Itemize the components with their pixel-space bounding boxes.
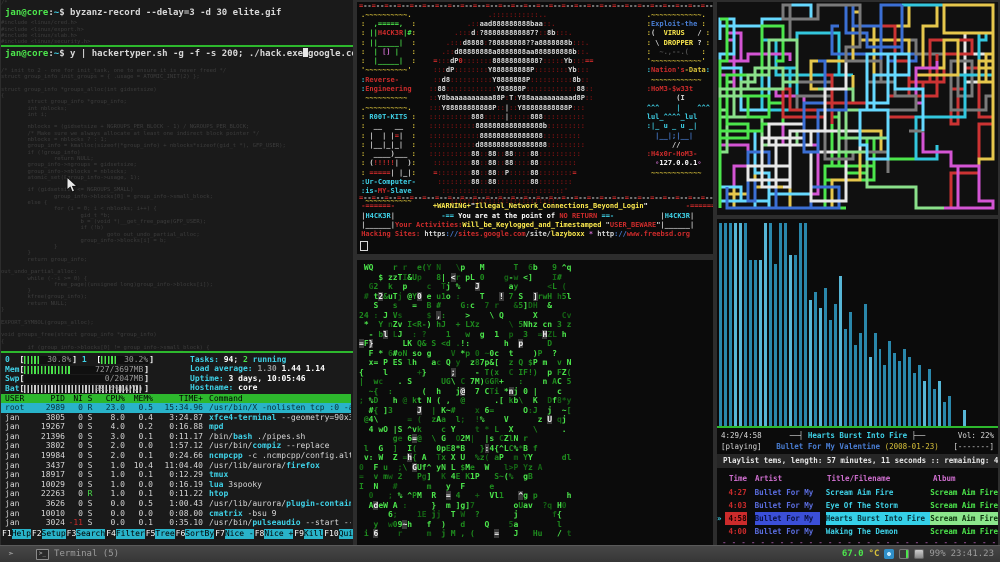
htop-fkey-nice[interactable]: F8Nice + [254, 529, 294, 539]
shell-prompt-line-1: jan@core:~$ byzanz-record --delay=3 -d 3… [1, 6, 353, 20]
hackertyper-kernel-code: /* init to 2 - one for init_task, one to… [1, 61, 353, 351]
temperature-unit: °C [869, 549, 880, 559]
network-tray-icon[interactable] [884, 549, 894, 559]
htop-fkey-sortby[interactable]: F6SortBy [175, 529, 215, 539]
audio-visualizer-pane [717, 219, 998, 426]
htop-pane[interactable]: 0 [30.8%] 1 [30.2%] Mem[727/3697MB] Swp[… [1, 353, 353, 539]
htop-process-row[interactable]: jan36260S0.00.51:00.43/usr/lib/aurora/pl… [5, 499, 351, 509]
mouse-cursor [66, 176, 78, 198]
pointer-icon[interactable]: ➣ [8, 549, 14, 560]
art-right-boxes: .~~~~~~~~~~~~.:Exploit-the ::( VIRUS / :… [647, 11, 710, 178]
hacker-ascii-art-window[interactable]: =--=--=--=--=--=--=--=--=--=--=--=--=--=… [357, 2, 713, 254]
playlist-track-row[interactable]: 4:03Bullet For MyEye Of The StormScream … [717, 499, 998, 512]
system-tray: 67.0 °C 99% 23:41.23 [842, 549, 994, 559]
tmux-pane-top[interactable]: /* jan@core:~$ byzanz-record --delay=3 -… [1, 0, 353, 45]
htop-process-row[interactable]: jan38020S2.00.01:57.12/usr/bin/compiz --… [5, 441, 351, 451]
taskbar-button-terminal[interactable]: >_ Terminal (5) [30, 548, 125, 561]
htop-fkey-filter[interactable]: F4Filter [105, 529, 145, 539]
htop-meters: 0 [30.8%] 1 [30.2%] Mem[727/3697MB] Swp[… [5, 355, 351, 393]
taskbar-button-label: Terminal (5) [54, 549, 119, 559]
htop-fkey-kill[interactable]: F9Kill [293, 529, 323, 539]
playlist-track-row[interactable]: 4:00Bullet For MyWaking The DemonScream … [717, 525, 998, 538]
htop-fkey-setup[interactable]: F2Setup [31, 529, 66, 539]
shell-prompt-line-2: jan@core:~$ y | hackertyper.sh -g -f -s … [1, 47, 353, 61]
audio-visualizer-bars [719, 221, 998, 426]
now-playing-artist: Bullet For My Valentine [776, 442, 880, 451]
htop-process-row[interactable]: jan213960S3.00.10:11.17/bin/bash ./pipes… [5, 432, 351, 442]
player-state: [playing] [721, 441, 773, 452]
playlist-track-row[interactable]: »4:58Bullet For MyHearts Burst Into Fire… [717, 512, 998, 525]
cmatrix-output: WQ r r e(Y N \p M T 6b 9 ^q $ zzTI&Up 8|… [357, 260, 713, 542]
pipes-screensaver-window[interactable] [717, 2, 998, 215]
htop-process-row[interactable]: jan38050S8.00.43:24.87xfce4-terminal --g… [5, 413, 351, 423]
htop-process-row[interactable]: jan222630R1.00.10:11.22htop [5, 489, 351, 499]
htop-process-row[interactable]: jan34370S1.010.411:04.40/usr/lib/aurora/… [5, 461, 351, 471]
clock: 23:41.23 [951, 549, 994, 559]
playlist-column-header[interactable]: Time Artist Title/Filename Album [717, 471, 998, 486]
now-playing-title: Hearts Burst Into Fire [808, 431, 907, 440]
htop-process-row[interactable]: root29890R23.00.515:34.96/usr/bin/X -nol… [1, 403, 351, 413]
playlist-stats-line: Playlist tems, length: 57 minutes, 11 se… [717, 454, 998, 468]
skull-ascii-art: .~~~~~~~~~~.: ,=====, :: ||H4CK3R|#:: ||… [357, 11, 713, 194]
playlist: 4:27Bullet For MyScream Aim FireScream A… [717, 486, 998, 538]
htop-function-key-bar: F1HelpF2SetupF3SearchF4FilterF5TreeF6Sor… [1, 529, 351, 539]
htop-fkey-quit[interactable]: F10Quit [323, 529, 353, 539]
now-playing-date: (2008-01-23) [885, 442, 939, 451]
terminal-cursor-hollow [360, 241, 368, 251]
taskbar: ➣ >_ Terminal (5) 67.0 °C 99% 23:41.23 [0, 545, 1000, 562]
battery-percentage: 99% [929, 549, 945, 559]
track-elapsed-time: 4:29/4:58 [721, 430, 773, 441]
htop-fkey-tree[interactable]: F5Tree [145, 529, 175, 539]
art-left-boxes: .~~~~~~~~~~.: ,=====, :: ||H4CK3R|#:: ||… [361, 11, 416, 206]
htop-column-header[interactable]: USERPIDNISCPU%MEM%TIME+Command [1, 394, 351, 404]
htop-process-row[interactable]: jan199840S2.00.10:24.66ncmpcpp -c .ncmpc… [5, 451, 351, 461]
music-player-window[interactable]: 4:29/4:58 ──┤ Hearts Burst Into Fire ├──… [717, 219, 998, 545]
htop-fkey-nice[interactable]: F7Nice - [214, 529, 254, 539]
htop-fkey-search[interactable]: F3Search [66, 529, 106, 539]
volume-tray-icon[interactable] [899, 549, 909, 559]
now-playing-status: 4:29/4:58 ──┤ Hearts Burst Into Fire ├──… [717, 428, 998, 452]
dim-code-includes: #include <linux/cred.h> #include <linux/… [1, 20, 353, 45]
volume-indicator: Vol: 22% [942, 430, 994, 441]
htop-summary: Tasks: 94; 2 runningLoad average: 1.30 1… [190, 355, 351, 393]
progress-indicator: [-------] [942, 441, 994, 452]
pipes-drawing [717, 2, 998, 215]
htop-fkey-help[interactable]: F1Help [1, 529, 31, 539]
htop-process-row[interactable]: jan100290S1.00.00:16.19lua 3spooky [5, 480, 351, 490]
command-2: y | hackertyper.sh -g -f -s 200; ./hack.… [70, 49, 303, 59]
playlist-end-dashed-line: - - - - - - - - - - - - - - - - - - - - … [717, 538, 998, 545]
terminal-window-tmux[interactable]: /* jan@core:~$ byzanz-record --delay=3 -… [1, 0, 353, 545]
tmux-pane-middle[interactable]: jan@core:~$ y | hackertyper.sh -g -f -s … [1, 47, 353, 351]
htop-process-row[interactable]: jan100100S0.00.00:08.00cmatrix -bsu 9 [5, 509, 351, 519]
htop-process-row[interactable]: jan189170S1.00.10:12.29tmux [5, 470, 351, 480]
art-border-top: =--=--=--=--=--=--=--=--=--=--=--=--=--=… [357, 2, 713, 11]
cpu-temperature: 67.0 [842, 549, 864, 559]
screenshot-tray-icon[interactable] [914, 549, 924, 559]
command-1: byzanz-record --delay=3 -d 30 elite.gif [70, 8, 281, 18]
warning-banner: -======- +WARNING+"Illegal_Network_Conne… [357, 202, 713, 239]
terminal-icon: >_ [36, 549, 49, 560]
htop-process-row[interactable]: jan3024-11S0.00.10:35.10/usr/bin/pulseau… [5, 518, 351, 528]
cmatrix-window[interactable]: WQ r r e(Y N \p M T 6b 9 ^q $ zzTI&Up 8|… [357, 260, 713, 545]
art-skull-center: .:::::::::::.. .::aad888888888baa::. .::… [429, 11, 593, 206]
playlist-track-row[interactable]: 4:27Bullet For MyScream Aim FireScream A… [717, 486, 998, 499]
htop-process-row[interactable]: jan192670S4.00.20:16.88mpd [5, 422, 351, 432]
